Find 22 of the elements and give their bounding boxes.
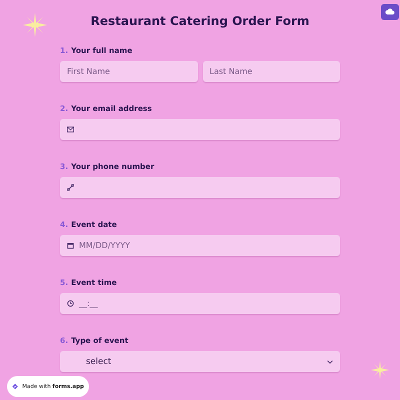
cloud-icon (385, 7, 395, 17)
input-field[interactable]: Last Name (202, 61, 340, 82)
phone-icon (67, 184, 74, 191)
envelope-icon (67, 126, 74, 133)
chevron-down-icon (327, 360, 333, 364)
calendar-icon (67, 242, 74, 249)
form-title: Restaurant Catering Order Form (90, 14, 310, 28)
sparkle-icon (371, 361, 389, 379)
input-field[interactable]: MM/DD/YYYY (60, 235, 340, 256)
placeholder-text: MM/DD/YYYY (79, 241, 130, 250)
clock-icon (67, 300, 74, 307)
input-field[interactable] (60, 119, 340, 140)
cloud-button[interactable] (381, 4, 399, 20)
input-field[interactable]: select (60, 351, 340, 372)
input-field[interactable]: __:__ (60, 293, 340, 314)
input-field[interactable]: First Name (60, 61, 198, 82)
sparkle-icon (23, 13, 47, 37)
placeholder-text: Last Name (210, 67, 252, 76)
placeholder-text: __:__ (79, 299, 98, 308)
input-field[interactable] (60, 177, 340, 198)
placeholder-text: select (86, 356, 112, 366)
placeholder-text: First Name (67, 67, 110, 76)
